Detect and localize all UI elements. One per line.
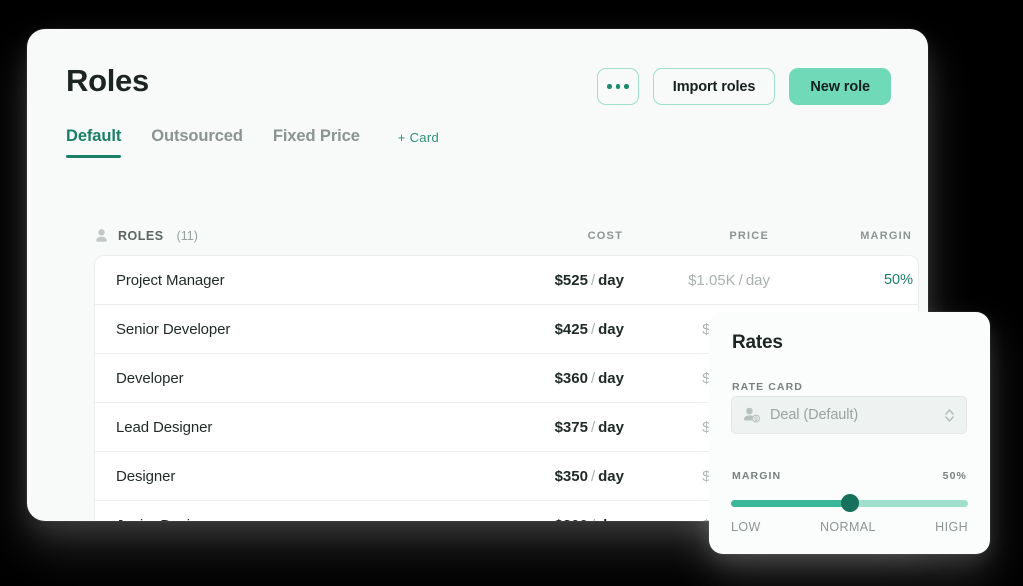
add-card-button[interactable]: + Card [392,129,445,158]
rate-card-label: RATE CARD [732,381,803,393]
margin-value: 50% [942,470,967,482]
header-actions: Import roles New role [596,68,891,105]
screenshot-stage: Roles Import roles New role Default Outs… [0,0,1023,586]
role-cost-cell: $425/day [554,320,624,338]
slider-legend-high: HIGH [935,520,968,534]
rate-card-select[interactable]: $ Deal (Default) [731,396,967,434]
role-name-cell: Junior Designer [95,517,516,521]
page-header: Roles Import roles New role [27,29,928,141]
roles-group-header: ROLES (11) [94,228,515,244]
role-cost-cell: $375/day [554,418,624,436]
role-margin-cell: 50% [883,272,913,288]
column-header-margin[interactable]: MARGIN [807,230,917,242]
chevron-updown-icon [945,408,954,422]
role-cost-cell: $525/day [554,271,624,289]
tab-bar: Default Outsourced Fixed Price + Card [66,127,445,158]
slider-legend-normal: NORMAL [819,520,876,534]
margin-label: MARGIN [732,470,782,482]
slider-legend: LOW NORMAL HIGH [731,520,968,534]
roles-group-count: (11) [176,229,198,243]
margin-slider[interactable] [731,494,968,512]
tab-outsourced[interactable]: Outsourced [151,127,243,158]
table-header-row: ROLES (11) COST PRICE MARGIN [94,223,917,249]
tab-fixed-price[interactable]: Fixed Price [273,127,360,158]
role-name-cell: Developer [116,369,184,387]
role-name-cell: Designer [116,467,176,485]
rates-panel: Rates RATE CARD $ Deal (Default) MARGIN … [709,312,990,554]
role-name-cell: Senior Developer [116,320,231,338]
person-icon [96,229,107,242]
role-cost-cell: $300/day [516,517,648,521]
svg-text:$: $ [754,416,758,423]
person-dollar-icon: $ [744,407,760,423]
role-cost-cell: $350/day [554,467,624,485]
import-roles-button[interactable]: Import roles [652,68,776,105]
column-header-cost[interactable]: COST [515,230,647,242]
column-header-price[interactable]: PRICE [647,230,807,242]
role-name-cell: Project Manager [116,271,225,289]
role-cost-cell: $360/day [554,369,624,387]
rates-panel-title: Rates [732,332,783,353]
slider-fill [731,500,850,507]
table-row[interactable]: Project Manager $525/day $1.05K / day 50% [95,256,918,305]
rate-card-value: Deal (Default) [770,407,859,423]
roles-group-label: ROLES [118,229,164,243]
role-name-cell: Lead Designer [116,418,213,436]
new-role-button[interactable]: New role [789,68,891,105]
tab-default[interactable]: Default [66,127,122,158]
slider-thumb[interactable] [840,494,859,512]
role-price-cell: $1.05K / day [688,271,770,289]
slider-legend-low: LOW [731,520,761,534]
page-title: Roles [66,63,149,98]
more-options-button[interactable] [596,68,639,105]
ellipsis-icon [607,84,629,89]
